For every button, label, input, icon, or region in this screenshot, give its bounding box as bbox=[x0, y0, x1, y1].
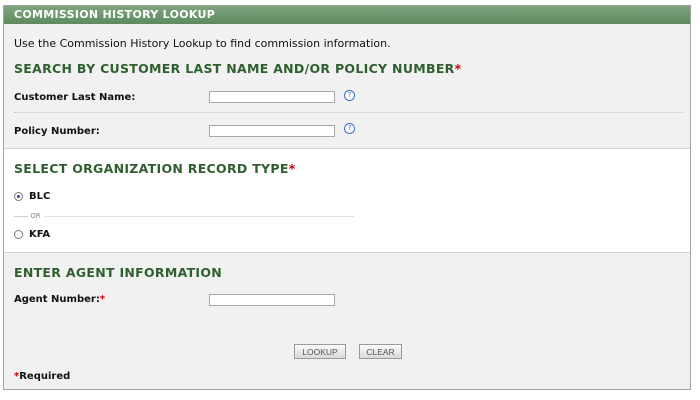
radio-label-blc[interactable]: BLC bbox=[29, 191, 50, 202]
or-dash bbox=[14, 215, 28, 217]
agent-section-title: ENTER AGENT INFORMATION bbox=[14, 265, 223, 280]
radio-label-kfa[interactable]: KFA bbox=[29, 229, 50, 240]
required-note: *Required bbox=[14, 371, 70, 382]
required-asterisk: * bbox=[288, 161, 296, 176]
org-section-title-text: SELECT ORGANIZATION RECORD TYPE bbox=[14, 161, 289, 176]
field-divider bbox=[14, 112, 684, 113]
clear-button[interactable]: CLEAR bbox=[359, 344, 402, 359]
or-trail-line bbox=[43, 215, 354, 217]
required-asterisk: * bbox=[454, 61, 462, 76]
search-section-title: SEARCH BY CUSTOMER LAST NAME AND/OR POLI… bbox=[14, 61, 461, 76]
or-separator: OR bbox=[14, 212, 354, 220]
help-icon[interactable]: ? bbox=[344, 123, 355, 134]
customer-last-name-input[interactable] bbox=[209, 91, 335, 103]
help-icon[interactable]: ? bbox=[344, 90, 355, 101]
agent-number-label-text: Agent Number: bbox=[14, 294, 100, 305]
lookup-button[interactable]: LOOKUP bbox=[294, 344, 346, 359]
agent-number-input[interactable] bbox=[209, 294, 335, 306]
policy-number-label: Policy Number: bbox=[14, 126, 100, 137]
intro-text: Use the Commission History Lookup to fin… bbox=[14, 37, 391, 50]
customer-last-name-label: Customer Last Name: bbox=[14, 92, 136, 103]
radio-selected-icon[interactable] bbox=[14, 192, 23, 201]
commission-lookup-panel: COMMISSION HISTORY LOOKUP Use the Commis… bbox=[3, 5, 691, 390]
panel-header: COMMISSION HISTORY LOOKUP bbox=[4, 6, 690, 24]
org-section-title: SELECT ORGANIZATION RECORD TYPE* bbox=[14, 161, 296, 176]
policy-number-input[interactable] bbox=[209, 125, 335, 137]
search-section-title-text: SEARCH BY CUSTOMER LAST NAME AND/OR POLI… bbox=[14, 61, 455, 76]
or-text: OR bbox=[30, 212, 41, 220]
agent-number-label: Agent Number:* bbox=[14, 294, 105, 305]
radio-unselected-icon[interactable] bbox=[14, 230, 23, 239]
required-asterisk: * bbox=[99, 294, 106, 305]
required-note-text: Required bbox=[19, 371, 71, 382]
